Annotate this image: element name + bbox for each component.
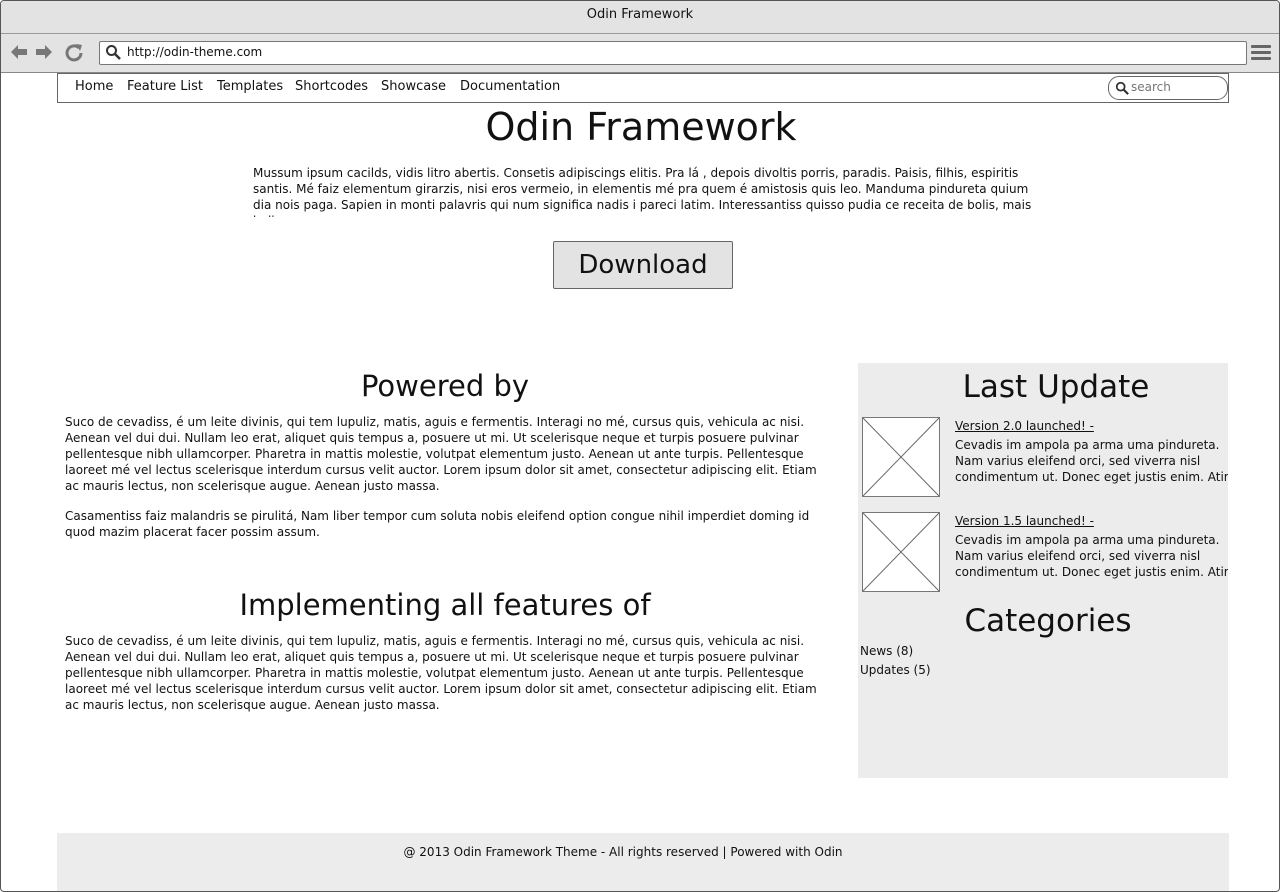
footer-text: @ 2013 Odin Framework Theme - All rights… (403, 845, 843, 859)
nav-item-documentation[interactable]: Documentation (460, 79, 560, 94)
category-link[interactable]: News (8) (860, 644, 913, 658)
browser-toolbar: http://odin-theme.com (1, 34, 1279, 73)
hamburger-menu-icon[interactable] (1251, 45, 1271, 61)
back-arrow-icon[interactable] (9, 42, 29, 62)
browser-window: Odin Framework http://odin-theme.com Hom… (0, 0, 1280, 892)
search-input[interactable] (1131, 80, 1221, 94)
category-link[interactable]: Updates (5) (860, 663, 931, 677)
hero-text: Mussum ipsum cacilds, vidis litro aberti… (253, 166, 1032, 217)
update-line: Cevadis im ampola pa arma uma pindureta. (955, 438, 1220, 452)
nav-item-showcase[interactable]: Showcase (381, 79, 446, 94)
title-bar: Odin Framework (1, 1, 1279, 34)
download-button[interactable]: Download (553, 241, 733, 289)
update-line: Nam varius eleifend orci, sed viverra ni… (955, 549, 1201, 563)
nav-item-feature-list[interactable]: Feature List (127, 79, 203, 94)
update-line: condimentum ut. Donec eget justis enim. … (955, 470, 1228, 484)
top-navigation: Home Feature List Templates Shortcodes S… (57, 73, 1229, 103)
update-link[interactable]: Version 1.5 launched! - (955, 514, 1094, 528)
page-title: Odin Framework (485, 105, 797, 149)
footer: @ 2013 Odin Framework Theme - All rights… (57, 833, 1229, 891)
nav-item-templates[interactable]: Templates (217, 79, 283, 94)
image-placeholder (862, 512, 940, 592)
powered-by-heading: Powered by (360, 369, 530, 403)
features-paragraph: Suco de cevadiss, é um leite divinis, qu… (65, 634, 817, 712)
powered-by-paragraph-2: Casamentiss faiz malandris se pirulitá, … (65, 509, 810, 539)
search-box[interactable] (1108, 76, 1228, 100)
update-line: condimentum ut. Donec eget justis enim. … (955, 565, 1228, 579)
nav-item-shortcodes[interactable]: Shortcodes (295, 79, 368, 94)
image-placeholder (862, 417, 940, 497)
nav-item-home[interactable]: Home (75, 79, 113, 94)
categories-heading: Categories (964, 603, 1132, 639)
forward-arrow-icon[interactable] (34, 42, 54, 62)
features-heading: Implementing all features of (239, 588, 651, 622)
address-bar[interactable]: http://odin-theme.com (99, 41, 1247, 65)
update-line: Nam varius eleifend orci, sed viverra ni… (955, 454, 1201, 468)
update-line: Cevadis im ampola pa arma uma pindureta. (955, 533, 1220, 547)
sidebar: Last Update Version 2.0 launched! - Ceva… (858, 363, 1228, 778)
powered-by-paragraph: Suco de cevadiss, é um leite divinis, qu… (65, 415, 817, 493)
reload-icon[interactable] (64, 42, 84, 62)
window-title: Odin Framework (586, 7, 694, 22)
update-link[interactable]: Version 2.0 launched! - (955, 419, 1094, 433)
url-text: http://odin-theme.com (127, 45, 263, 59)
last-update-heading: Last Update (962, 369, 1150, 405)
search-icon (1115, 81, 1129, 95)
search-icon (106, 45, 121, 60)
